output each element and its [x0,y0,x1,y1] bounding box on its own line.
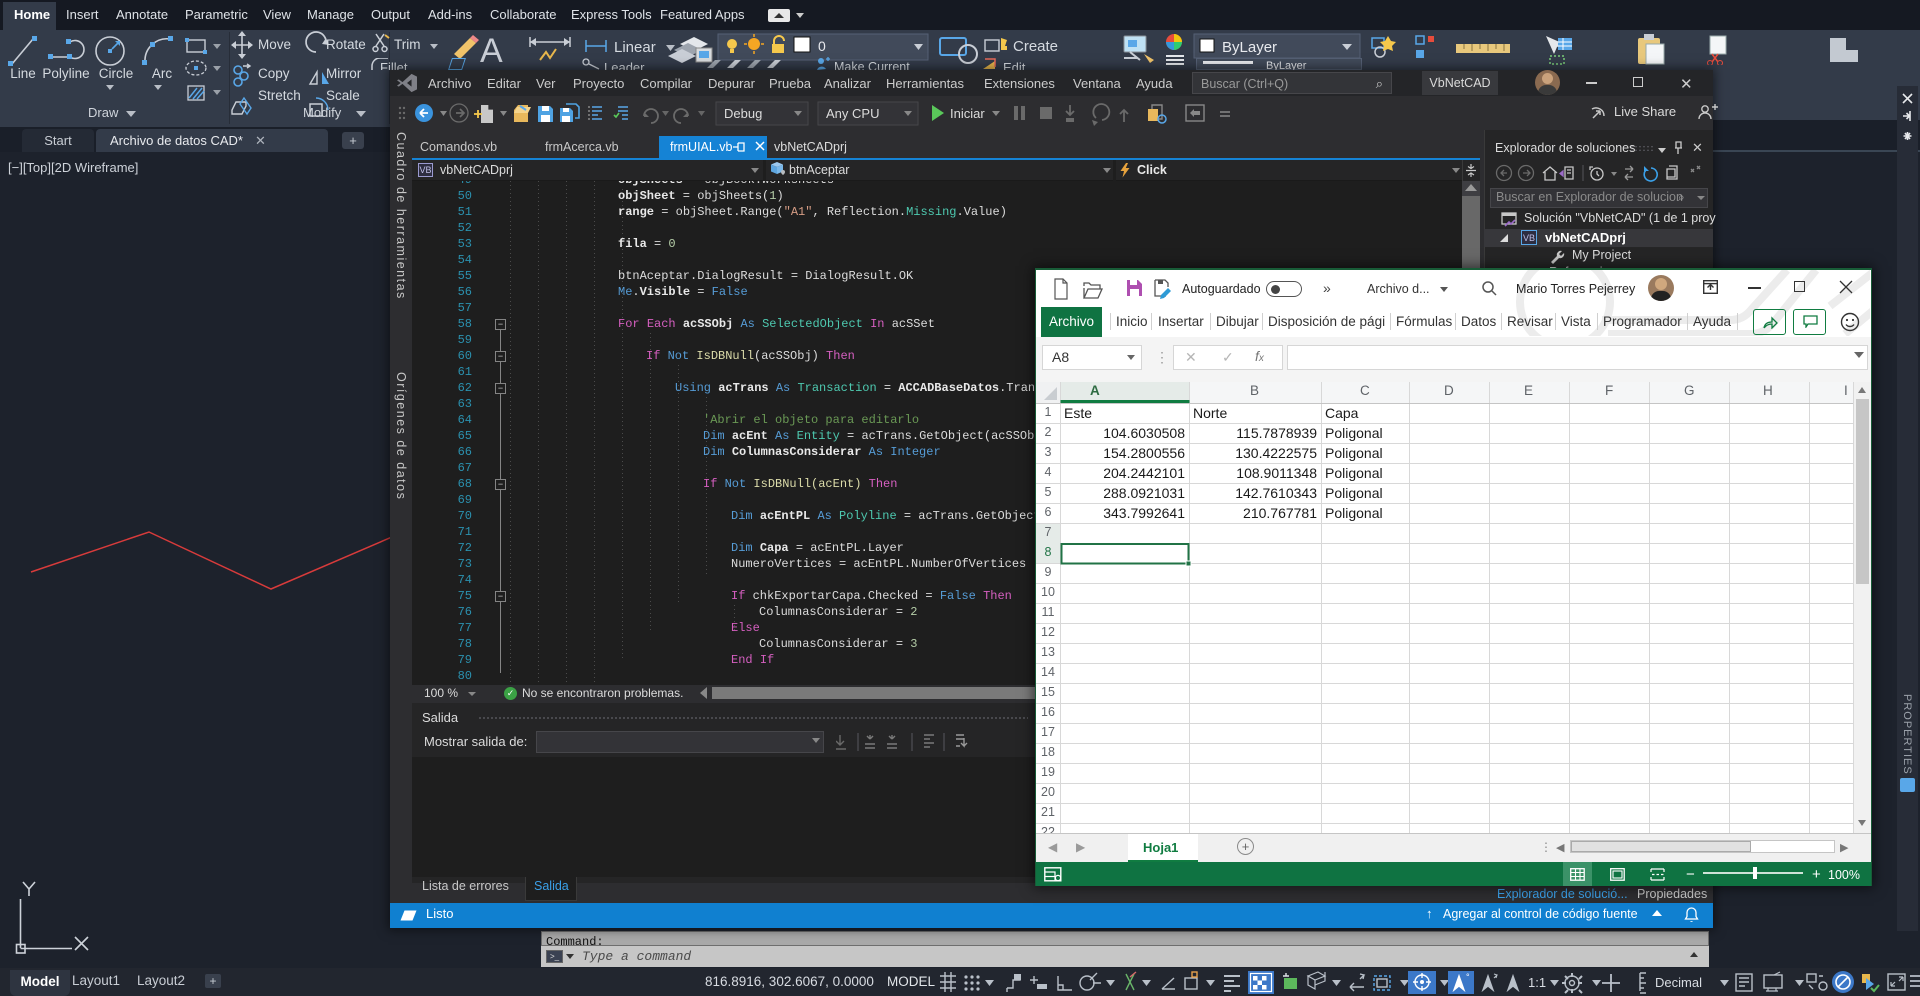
svg-text:Iniciar: Iniciar [950,106,985,121]
svg-text:Linear: Linear [614,39,656,56]
svg-text:Create: Create [1013,38,1058,55]
svg-text:Debug: Debug [724,106,762,121]
svg-text:ByLayer: ByLayer [1222,39,1277,56]
svg-text:Decimal: Decimal [1655,975,1702,990]
svg-text:Any CPU: Any CPU [826,106,879,121]
svg-text:0: 0 [818,38,826,54]
svg-text:1:1: 1:1 [1528,975,1546,990]
svg-text:°: ° [1466,972,1470,982]
